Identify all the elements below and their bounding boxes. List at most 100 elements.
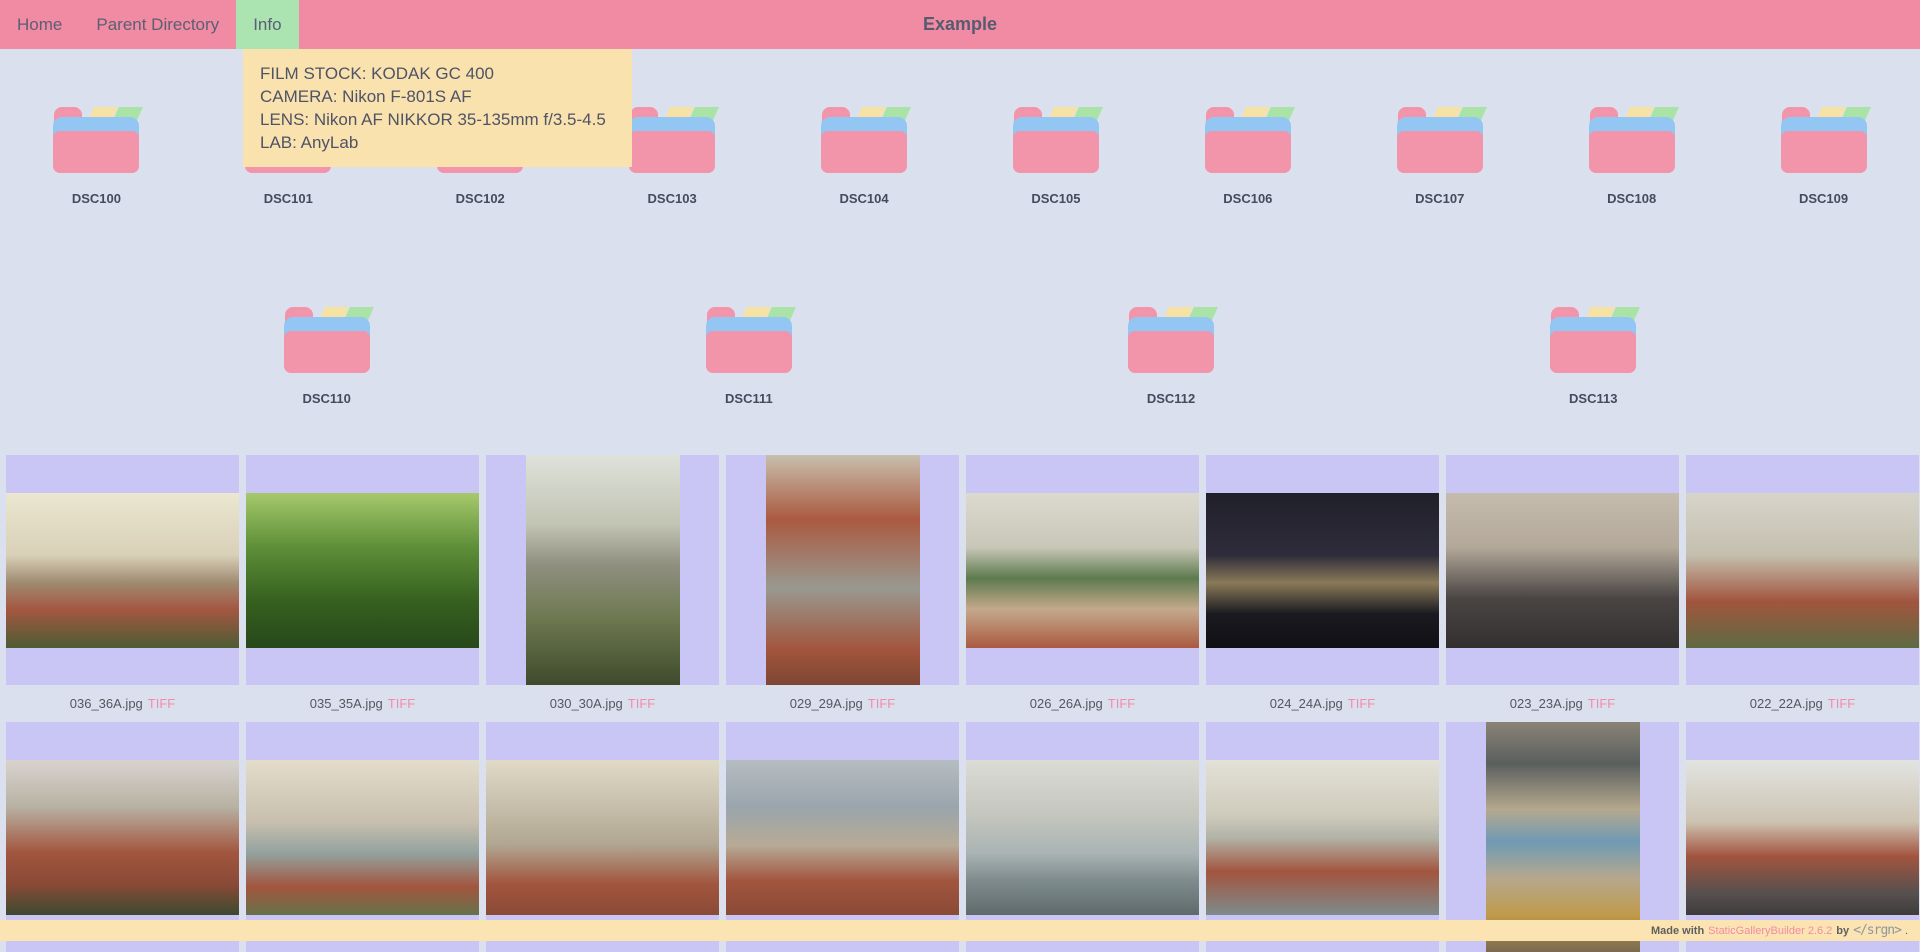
footer-srgn-logo[interactable]: </srgn> <box>1853 923 1901 938</box>
gallery-cell: 036_36A.jpg TIFF <box>6 455 239 722</box>
folder-icon-part <box>706 331 792 373</box>
folder-tile-dsc111[interactable]: DSC111 <box>653 305 844 406</box>
thumbnail-card[interactable] <box>1206 455 1439 685</box>
thumbnail-card[interactable] <box>246 455 479 685</box>
folder-tile-dsc108[interactable]: DSC108 <box>1536 105 1727 206</box>
folder-icon <box>284 305 370 372</box>
folder-tile-dsc105[interactable]: DSC105 <box>960 105 1151 206</box>
thumbnail-card[interactable] <box>726 455 959 685</box>
thumbnail-caption: 030_30A.jpg TIFF <box>486 685 719 722</box>
folder-icon <box>629 105 715 172</box>
folder-name: DSC105 <box>1031 191 1080 206</box>
photo-thumbnail-castle-skyline-over-river <box>1206 760 1439 915</box>
photo-filename-link[interactable]: 023_23A.jpg <box>1510 696 1583 711</box>
folder-icon-part <box>1589 131 1675 173</box>
folder-tile-dsc113[interactable]: DSC113 <box>1498 305 1689 406</box>
tooltip-line-camera: CAMERA: Nikon F-801S AF <box>260 85 615 108</box>
folder-icon-part <box>53 131 139 173</box>
photo-format-link[interactable]: TIFF <box>868 696 895 711</box>
thumbnail-caption: 024_24A.jpg TIFF <box>1206 685 1439 722</box>
thumbnail-card[interactable] <box>966 722 1199 952</box>
folder-icon <box>1781 105 1867 172</box>
folder-icon <box>1589 105 1675 172</box>
photo-format-link[interactable]: TIFF <box>1108 696 1135 711</box>
thumbnail-card[interactable] <box>1446 722 1679 952</box>
thumbnail-caption: 035_35A.jpg TIFF <box>246 685 479 722</box>
folder-icon <box>1397 105 1483 172</box>
thumbnail-card[interactable] <box>6 722 239 952</box>
folder-name: DSC100 <box>72 191 121 206</box>
nav-item-home[interactable]: Home <box>0 0 79 49</box>
photo-filename-link[interactable]: 029_29A.jpg <box>790 696 863 711</box>
gallery-cell: 023_23A.jpg TIFF <box>1446 455 1679 722</box>
photo-format-link[interactable]: TIFF <box>1348 696 1375 711</box>
footer-period: . <box>1905 925 1908 937</box>
folder-tile-dsc112[interactable]: DSC112 <box>1076 305 1267 406</box>
thumbnail-caption: 029_29A.jpg TIFF <box>726 685 959 722</box>
folder-name: DSC107 <box>1415 191 1464 206</box>
footer-by-text: by <box>1836 925 1849 937</box>
thumbnail-card[interactable] <box>966 455 1199 685</box>
gallery-cell <box>1686 722 1919 952</box>
photo-format-link[interactable]: TIFF <box>148 696 175 711</box>
folder-icon-part <box>1397 131 1483 173</box>
folder-name: DSC102 <box>456 191 505 206</box>
folder-tile-dsc107[interactable]: DSC107 <box>1344 105 1535 206</box>
tooltip-line-film-stock: FILM STOCK: KODAK GC 400 <box>260 62 615 85</box>
photo-format-link[interactable]: TIFF <box>628 696 655 711</box>
thumbnail-card[interactable] <box>726 722 959 952</box>
folder-icon-part <box>1550 331 1636 373</box>
footer-builder-link[interactable]: StaticGalleryBuilder 2.6.2 <box>1708 925 1832 937</box>
folder-tile-dsc110[interactable]: DSC110 <box>231 305 422 406</box>
thumbnail-caption: 023_23A.jpg TIFF <box>1446 685 1679 722</box>
photo-format-link[interactable]: TIFF <box>388 696 415 711</box>
folder-icon-part <box>1128 331 1214 373</box>
nav-item-parent-directory[interactable]: Parent Directory <box>79 0 236 49</box>
navbar: Home Parent Directory Info Example <box>0 0 1920 49</box>
photo-format-link[interactable]: TIFF <box>1828 696 1855 711</box>
photo-thumbnail-old-town-square-crowd <box>1686 760 1919 915</box>
photo-filename-link[interactable]: 036_36A.jpg <box>70 696 143 711</box>
photo-format-link[interactable]: TIFF <box>1588 696 1615 711</box>
folder-name: DSC103 <box>648 191 697 206</box>
gallery-cell <box>1206 722 1439 952</box>
folder-icon <box>1550 305 1636 372</box>
folder-name: DSC110 <box>302 391 350 406</box>
thumbnail-card[interactable] <box>1206 722 1439 952</box>
info-tooltip: FILM STOCK: KODAK GC 400 CAMERA: Nikon F… <box>243 49 632 167</box>
photo-grid: 036_36A.jpgTIFF035_35A.jpgTIFF030_30A.jp… <box>0 455 1920 952</box>
folder-name: DSC113 <box>1569 391 1617 406</box>
folder-icon-part <box>821 131 907 173</box>
folder-tile-dsc109[interactable]: DSC109 <box>1728 105 1919 206</box>
photo-filename-link[interactable]: 030_30A.jpg <box>550 696 623 711</box>
photo-filename-link[interactable]: 022_22A.jpg <box>1750 696 1823 711</box>
folder-tile-dsc104[interactable]: DSC104 <box>769 105 960 206</box>
folder-icon-part <box>1205 131 1291 173</box>
gallery-cell <box>486 722 719 952</box>
folder-name: DSC106 <box>1223 191 1272 206</box>
thumbnail-card[interactable] <box>1686 722 1919 952</box>
footer-made-with-text: Made with <box>1651 925 1704 937</box>
thumbnail-card[interactable] <box>1686 455 1919 685</box>
photo-filename-link[interactable]: 024_24A.jpg <box>1270 696 1343 711</box>
gallery-cell: 035_35A.jpg TIFF <box>246 455 479 722</box>
folder-name: DSC101 <box>264 191 313 206</box>
photo-filename-link[interactable]: 026_26A.jpg <box>1030 696 1103 711</box>
thumbnail-card[interactable] <box>6 455 239 685</box>
folder-tile-dsc100[interactable]: DSC100 <box>1 105 192 206</box>
thumbnail-card[interactable] <box>246 722 479 952</box>
folder-name: DSC112 <box>1147 391 1195 406</box>
thumbnail-card[interactable] <box>486 722 719 952</box>
photo-filename-link[interactable]: 035_35A.jpg <box>310 696 383 711</box>
thumbnail-caption: 022_22A.jpg TIFF <box>1686 685 1919 722</box>
folder-tile-dsc106[interactable]: DSC106 <box>1152 105 1343 206</box>
photo-thumbnail-bridge-statue-river-boat <box>966 760 1199 915</box>
folder-icon-part <box>284 331 370 373</box>
nav-item-info[interactable]: Info <box>236 0 298 49</box>
thumbnail-card[interactable] <box>486 455 719 685</box>
folder-icon <box>706 305 792 372</box>
thumbnail-card[interactable] <box>1446 455 1679 685</box>
gallery-cell <box>1446 722 1679 952</box>
folder-name: DSC104 <box>839 191 888 206</box>
gallery-cell: 030_30A.jpg TIFF <box>486 455 719 722</box>
